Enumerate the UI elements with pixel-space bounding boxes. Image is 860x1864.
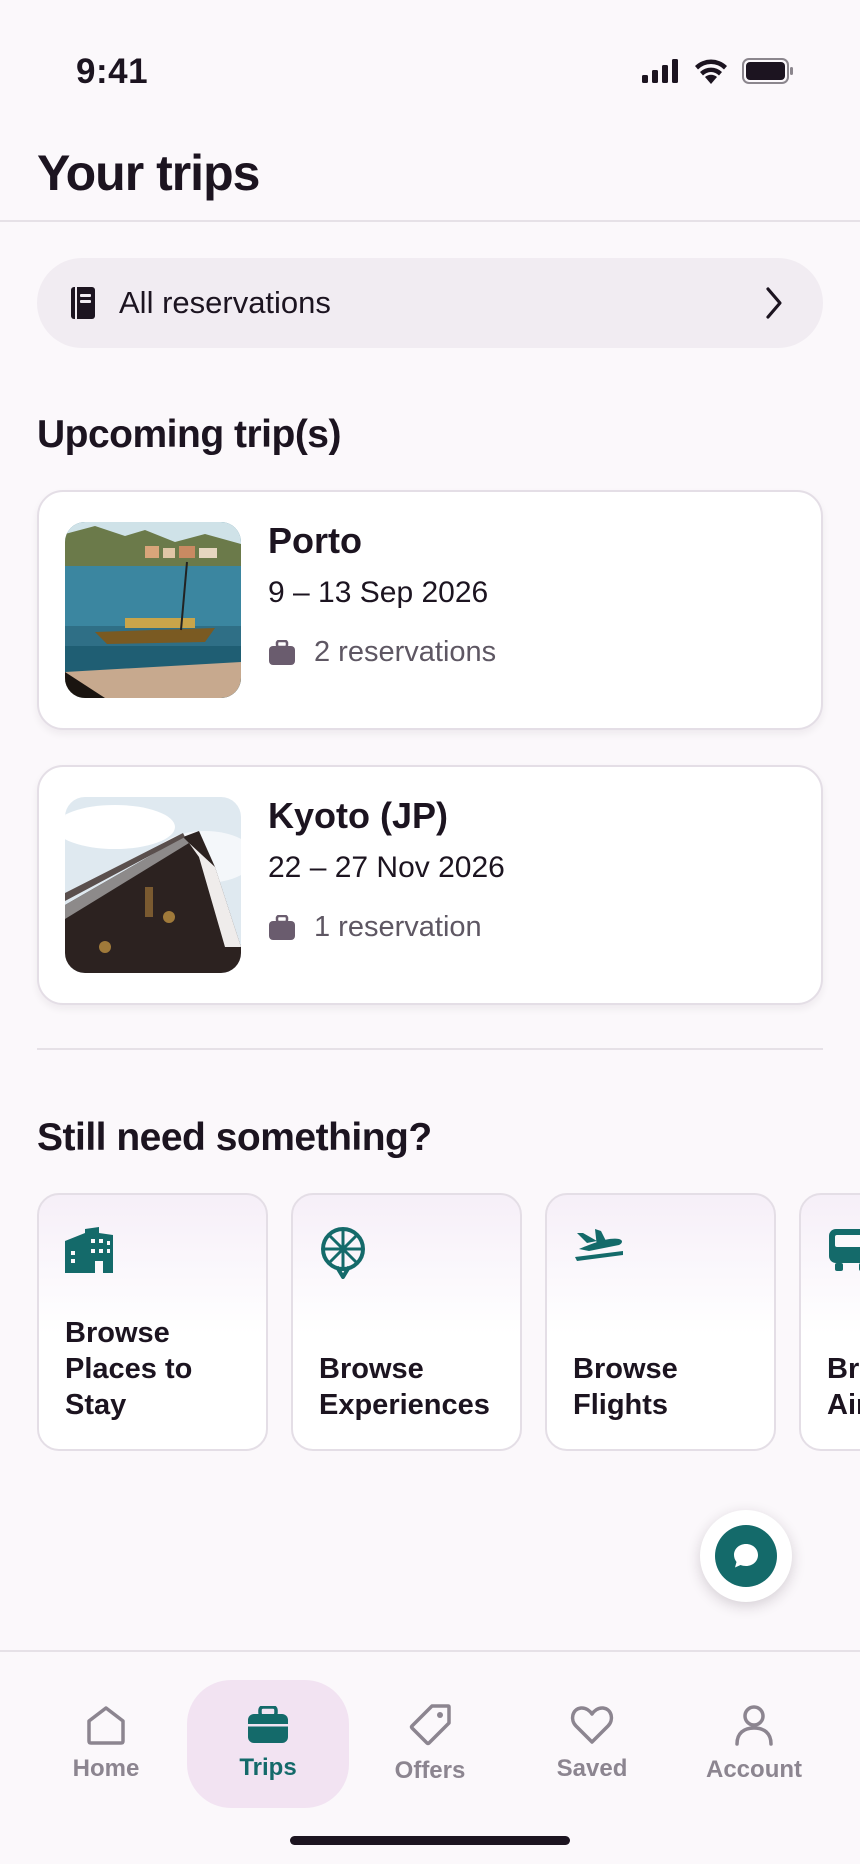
wifi-icon	[695, 59, 727, 84]
browse-places-card[interactable]: Browse Places to Stay	[37, 1193, 268, 1451]
bus-icon	[829, 1229, 860, 1271]
home-icon	[87, 1706, 125, 1745]
nav-label: Home	[72, 1755, 140, 1782]
chat-bubble-icon	[734, 1544, 758, 1568]
chevron-right-icon	[766, 287, 782, 319]
status-icons	[642, 58, 794, 84]
suitcase-icon	[269, 914, 295, 940]
nav-label: Trips	[239, 1754, 297, 1781]
suitcase-icon	[269, 639, 295, 665]
heart-icon	[570, 1706, 614, 1744]
trip-reservations-count: 2 reservations	[314, 636, 497, 668]
browse-card-label: Browse Places to Stay	[65, 1317, 193, 1421]
header-divider	[0, 220, 860, 222]
home-indicator	[290, 1836, 570, 1845]
upcoming-section-title: Upcoming trip(s)	[37, 413, 341, 456]
browse-card-label: Browse Experiences	[319, 1353, 490, 1421]
browse-experiences-card[interactable]: Browse Experiences	[291, 1193, 522, 1451]
browse-card-label: Browse Airport Rides	[827, 1353, 860, 1421]
person-icon	[735, 1705, 773, 1746]
cellular-signal-icon	[642, 59, 678, 83]
buildings-icon	[65, 1227, 113, 1273]
browse-card-label: Browse Flights	[573, 1353, 678, 1421]
ferris-wheel-icon	[321, 1227, 365, 1279]
browse-airport-rides-card[interactable]: Browse Airport Rides	[799, 1193, 860, 1451]
all-reservations-label: All reservations	[119, 285, 331, 320]
trip-dates: 9 – 13 Sep 2026	[268, 576, 489, 609]
trip-reservations: 1 reservation	[268, 911, 505, 944]
suitcase-icon	[248, 1706, 288, 1743]
nav-item-home[interactable]: Home	[25, 1680, 187, 1808]
trip-photo-kyoto	[65, 797, 241, 973]
browse-flights-card[interactable]: Browse Flights	[545, 1193, 776, 1451]
nav-item-offers[interactable]: Offers	[349, 1680, 511, 1808]
browse-section-title: Still need something?	[37, 1116, 432, 1159]
section-divider	[37, 1048, 823, 1050]
trip-reservations: 2 reservations	[268, 636, 496, 669]
trip-dates: 22 – 27 Nov 2026	[268, 851, 505, 884]
nav-item-saved[interactable]: Saved	[511, 1680, 673, 1808]
nav-label: Saved	[556, 1755, 628, 1782]
trip-reservations-count: 1 reservation	[314, 911, 482, 943]
chat-button[interactable]	[700, 1510, 792, 1602]
all-reservations-button[interactable]: All reservations	[37, 258, 823, 348]
status-time: 9:41	[76, 52, 149, 91]
plane-icon	[575, 1229, 623, 1261]
nav-item-account[interactable]: Account	[673, 1680, 835, 1808]
trip-info: Porto 9 – 13 Sep 2026 2 reservations	[268, 520, 496, 669]
book-icon	[71, 287, 95, 319]
bottom-nav: Home Trips Offers Saved Account	[0, 1650, 860, 1864]
trip-city: Porto	[268, 520, 362, 561]
trip-city: Kyoto (JP)	[268, 795, 448, 836]
nav-label: Account	[706, 1756, 802, 1783]
nav-item-trips[interactable]: Trips	[187, 1680, 349, 1808]
trip-info: Kyoto (JP) 22 – 27 Nov 2026 1 reservatio…	[268, 795, 505, 944]
browse-carousel[interactable]: Browse Places to Stay Browse Experiences…	[37, 1193, 860, 1451]
page-title: Your trips	[37, 145, 260, 201]
trip-photo-porto	[65, 522, 241, 698]
tag-icon	[409, 1704, 451, 1746]
trip-card-kyoto[interactable]: Kyoto (JP) 22 – 27 Nov 2026 1 reservatio…	[37, 765, 823, 1005]
battery-icon	[742, 58, 793, 84]
trip-card-porto[interactable]: Porto 9 – 13 Sep 2026 2 reservations	[37, 490, 823, 730]
nav-label: Offers	[394, 1757, 466, 1784]
status-bar: 9:41	[0, 0, 860, 140]
